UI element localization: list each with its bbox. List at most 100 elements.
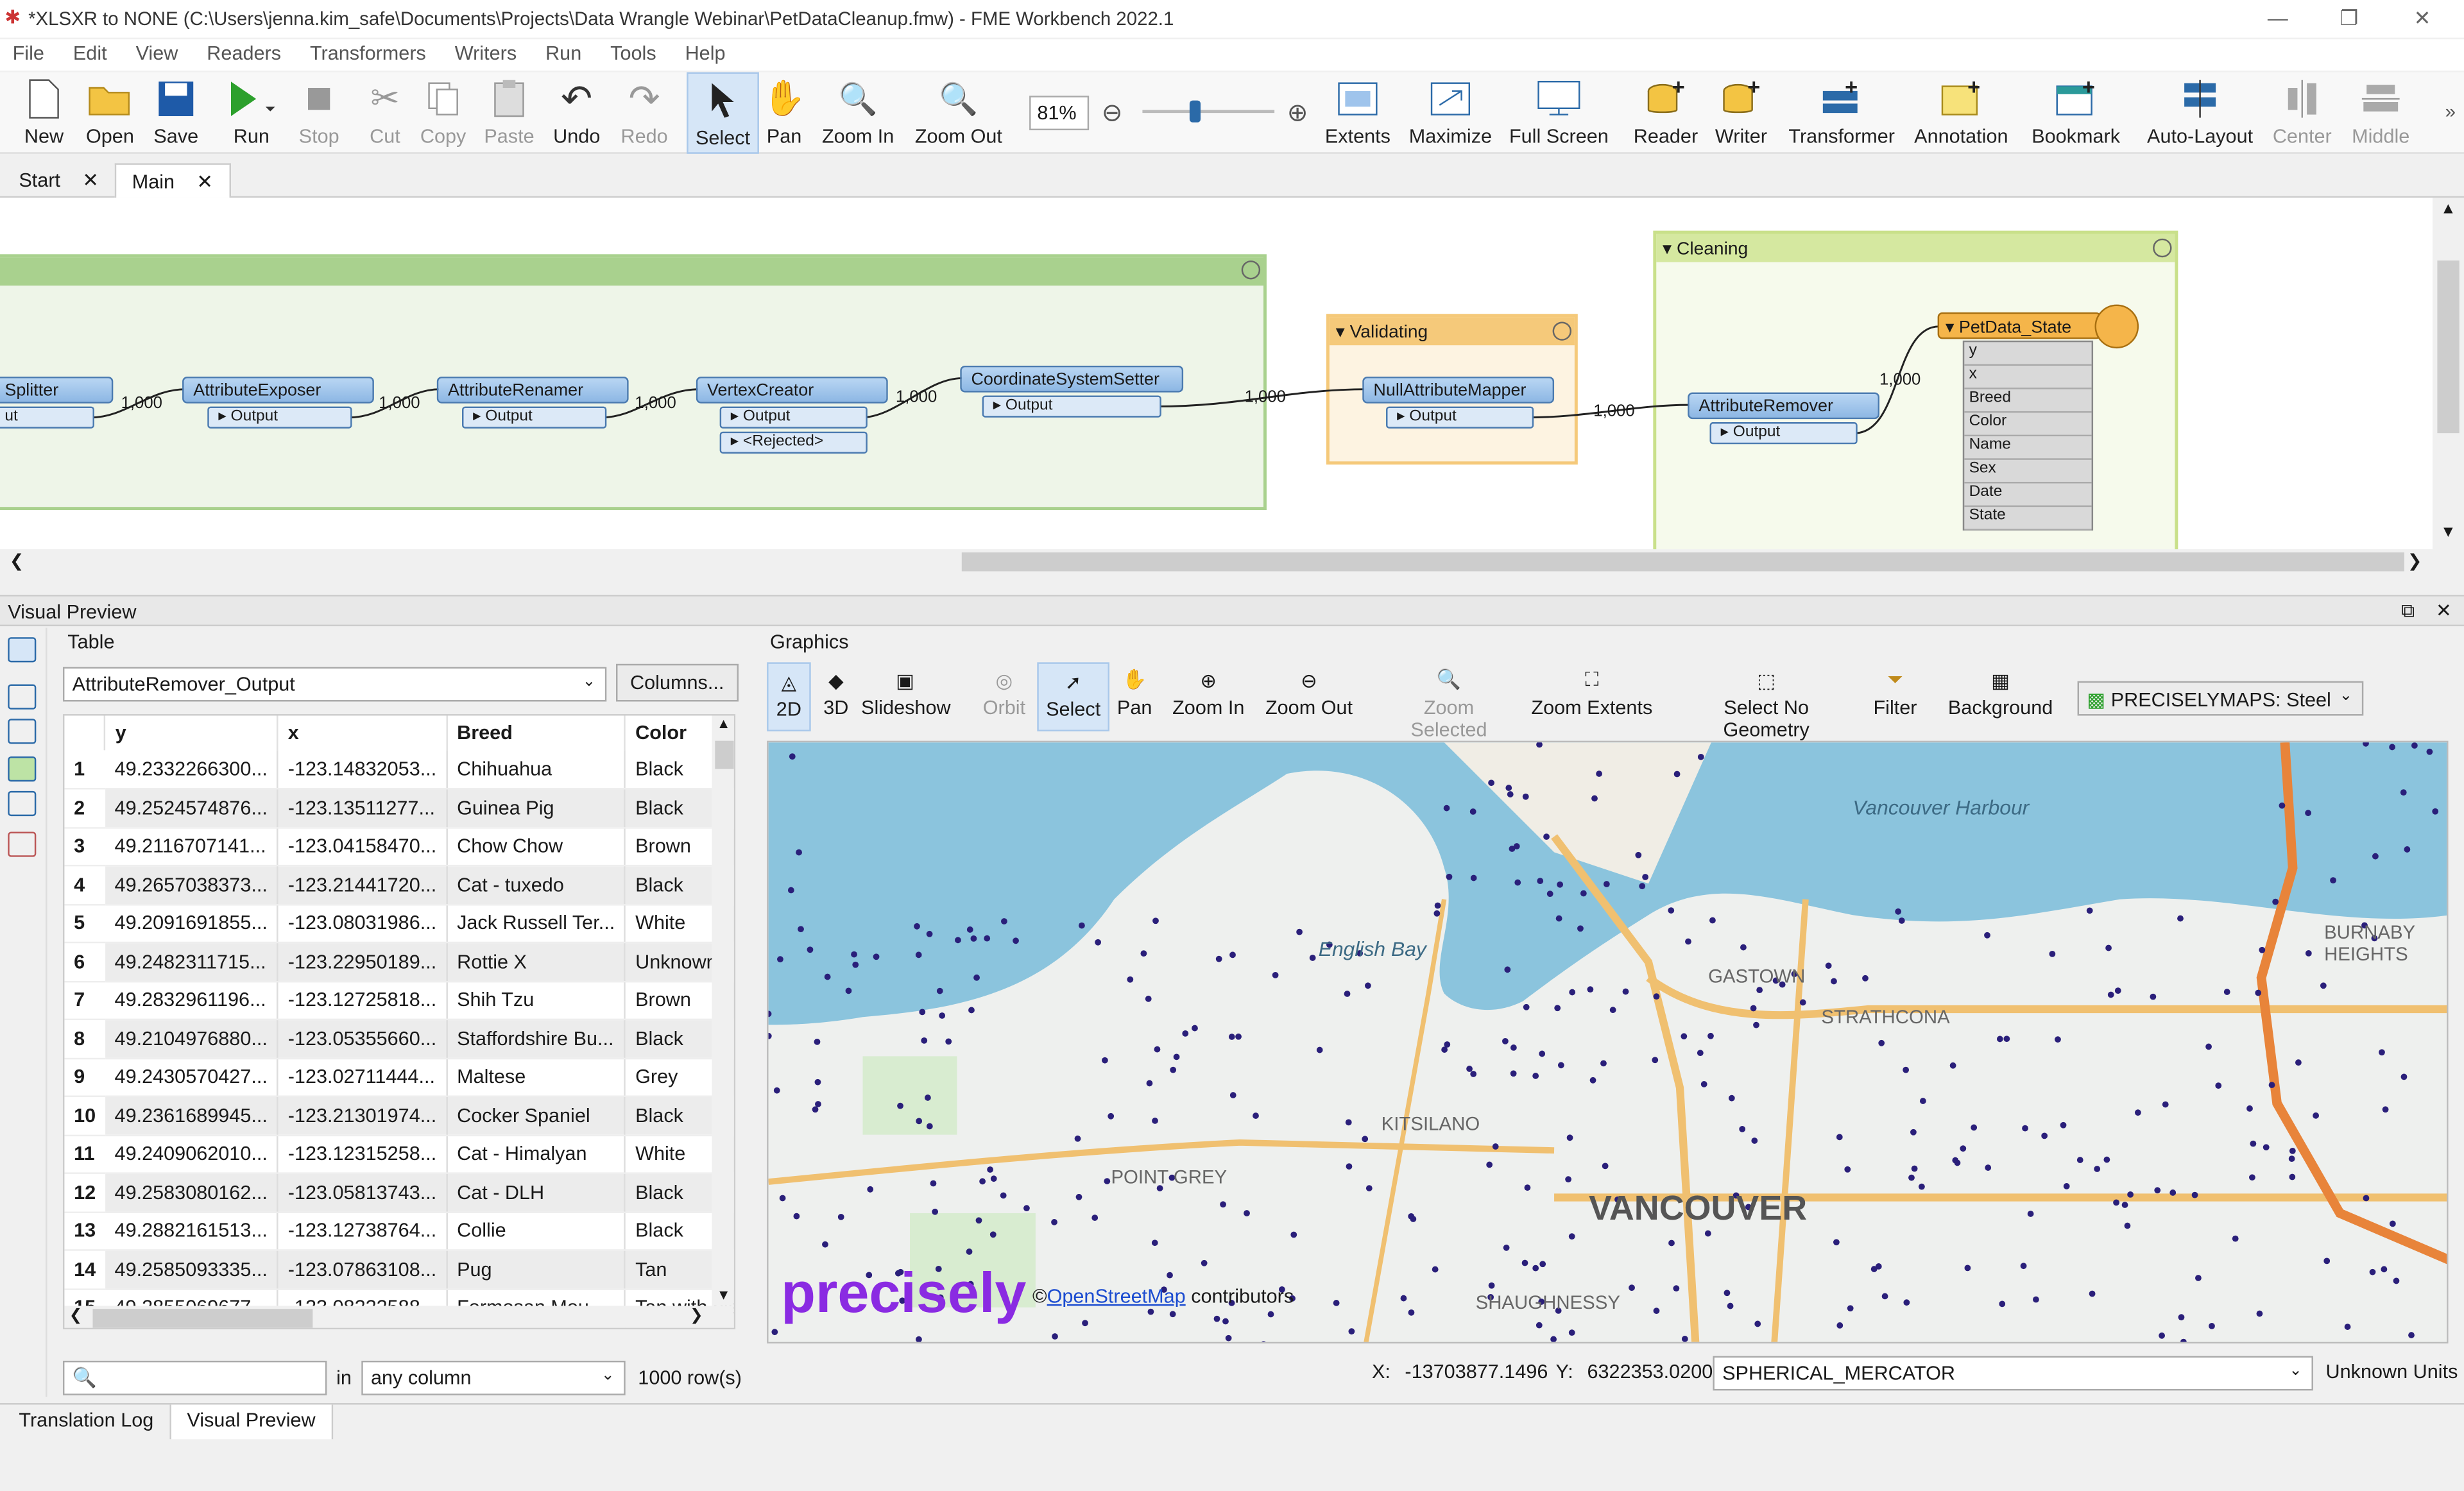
restore-icon[interactable]: ❐ [2340, 6, 2359, 31]
pet-location-point[interactable] [2060, 1121, 2067, 1129]
pet-location-point[interactable] [914, 923, 920, 930]
pet-location-point[interactable] [2279, 802, 2286, 809]
pet-location-point[interactable] [2404, 846, 2411, 853]
pet-location-point[interactable] [1908, 1174, 1915, 1181]
pet-location-point[interactable] [2089, 1290, 2096, 1297]
pet-location-point[interactable] [779, 1195, 786, 1202]
pet-location-point[interactable] [921, 1037, 928, 1044]
pet-location-point[interactable] [1052, 1333, 1058, 1340]
pet-location-point[interactable] [1408, 1213, 1415, 1220]
pet-location-point[interactable] [1147, 1308, 1154, 1315]
pet-location-point[interactable] [2250, 1140, 2257, 1147]
grid-view-icon[interactable] [8, 719, 37, 744]
scroll-left-icon[interactable]: ❮ [69, 1308, 83, 1325]
writer-attribute[interactable]: Name [1964, 436, 2092, 460]
pet-location-point[interactable] [2288, 1155, 2295, 1162]
table-view-icon[interactable] [8, 684, 37, 710]
copy-button[interactable]: Copy [416, 72, 470, 154]
pet-location-point[interactable] [1523, 1003, 1530, 1010]
pet-location-point[interactable] [1750, 1005, 1757, 1012]
pet-location-point[interactable] [2027, 1211, 2034, 1217]
pet-location-point[interactable] [1555, 915, 1562, 922]
pet-location-point[interactable] [2105, 944, 2112, 951]
crs-select[interactable]: SPHERICAL_MERCATOR ⌄ [1713, 1356, 2313, 1391]
scroll-down-icon[interactable]: ▼ [717, 1287, 731, 1302]
table-search-input[interactable]: 🔍 [62, 1360, 327, 1395]
pet-location-point[interactable] [1609, 1007, 1616, 1014]
pet-location-point[interactable] [926, 1123, 933, 1130]
pet-location-point[interactable] [1488, 1282, 1495, 1289]
pet-location-point[interactable] [2313, 1112, 2319, 1119]
canvas-vscroll[interactable]: ▲ ▼ [2433, 198, 2464, 550]
pet-location-point[interactable] [1602, 1163, 1609, 1170]
pet-location-point[interactable] [1751, 1137, 1758, 1144]
pet-location-point[interactable] [1673, 771, 1681, 778]
pet-location-point[interactable] [1345, 1119, 1352, 1126]
pet-location-point[interactable] [796, 849, 802, 856]
pet-location-point[interactable] [2209, 1322, 2215, 1329]
pet-location-point[interactable] [812, 1106, 819, 1113]
close-tab-icon[interactable]: ✕ [196, 171, 213, 193]
pet-location-point[interactable] [1652, 1057, 1659, 1064]
pet-location-point[interactable] [2124, 1222, 2131, 1229]
pet-location-point[interactable] [1878, 1039, 1885, 1046]
pet-location-point[interactable] [1348, 1328, 1355, 1335]
pet-location-point[interactable] [968, 1007, 975, 1014]
table-hscroll-thumb[interactable] [92, 1309, 313, 1328]
pet-location-point[interactable] [1756, 987, 1763, 994]
pet-location-point[interactable] [777, 956, 783, 963]
pet-location-point[interactable] [1503, 1244, 1510, 1251]
pet-location-point[interactable] [984, 935, 991, 942]
pet-location-point[interactable] [2191, 1191, 2198, 1198]
pet-location-point[interactable] [814, 1038, 821, 1045]
pet-location-point[interactable] [2169, 1189, 2177, 1196]
pet-location-point[interactable] [2223, 989, 2230, 995]
pet-location-point[interactable] [2177, 915, 2184, 922]
canvas-hscroll-bar[interactable]: ❮ ❯ [0, 549, 2433, 575]
pet-location-point[interactable] [1365, 1185, 1373, 1191]
menu-run[interactable]: Run [533, 39, 581, 64]
pet-location-point[interactable] [1596, 771, 1603, 777]
pet-location-point[interactable] [1510, 1044, 1517, 1051]
pet-location-point[interactable] [2154, 1187, 2161, 1194]
table-row[interactable]: 13 49.2882161513... -123.12738764... Collie… [64, 1211, 734, 1251]
pet-location-point[interactable] [1316, 1046, 1323, 1053]
pet-location-point[interactable] [2094, 1166, 2101, 1172]
pet-location-point[interactable] [1568, 1329, 1575, 1336]
table-row[interactable]: 7 49.2832961196... -123.12725818... Shih Tz… [64, 980, 734, 1021]
graphics-zoom-out-button[interactable]: ⊖ Zoom Out [1263, 662, 1355, 731]
writer-attribute[interactable]: State [1964, 507, 2092, 531]
table-row[interactable]: 9 49.2430570427... -123.02711444... Maltese… [64, 1057, 734, 1097]
pet-location-point[interactable] [1539, 1050, 1546, 1057]
pet-location-point[interactable] [1152, 917, 1159, 924]
pet-location-point[interactable] [973, 974, 980, 981]
pet-location-point[interactable] [2256, 1310, 2263, 1317]
pet-location-point[interactable] [1215, 955, 1222, 962]
column-header-y[interactable]: y [105, 715, 279, 751]
dataset-select[interactable]: AttributeRemover_Output ⌄ [62, 667, 607, 702]
pet-location-point[interactable] [2389, 1220, 2396, 1227]
pet-location-point[interactable] [1502, 1037, 1509, 1044]
pet-location-point[interactable] [1557, 1062, 1564, 1069]
map-view[interactable]: Vancouver Harbour English Bay GASTOWN ST… [767, 740, 2449, 1344]
float-panel-icon[interactable]: ⧉ [2401, 599, 2415, 623]
pet-location-point[interactable] [845, 987, 852, 994]
pet-location-point[interactable] [2295, 1059, 2302, 1066]
pet-location-point[interactable] [1469, 808, 1476, 815]
pet-location-point[interactable] [1228, 1034, 1235, 1040]
node-attribute-exposer[interactable]: AttributeExposer [182, 377, 374, 404]
scroll-left-icon[interactable]: ❮ [10, 551, 24, 571]
zoom-out-button[interactable]: 🔍 Zoom Out [911, 72, 1005, 154]
pet-location-point[interactable] [1918, 1183, 1925, 1190]
writer-feature-type[interactable]: ▾ PetData_State [1937, 312, 2101, 339]
pet-location-point[interactable] [926, 930, 933, 937]
pet-location-point[interactable] [1589, 1077, 1596, 1084]
tab-visual-preview[interactable]: Visual Preview [169, 1404, 333, 1440]
pet-location-point[interactable] [1201, 1259, 1208, 1266]
vertex-creator-rejected-port[interactable]: ▸ <Rejected> [719, 431, 868, 454]
pet-location-point[interactable] [1095, 939, 1102, 946]
pet-location-point[interactable] [2063, 1183, 2070, 1189]
pet-location-point[interactable] [1309, 955, 1316, 961]
pet-location-point[interactable] [939, 1012, 946, 1019]
pet-location-point[interactable] [1565, 1176, 1571, 1183]
